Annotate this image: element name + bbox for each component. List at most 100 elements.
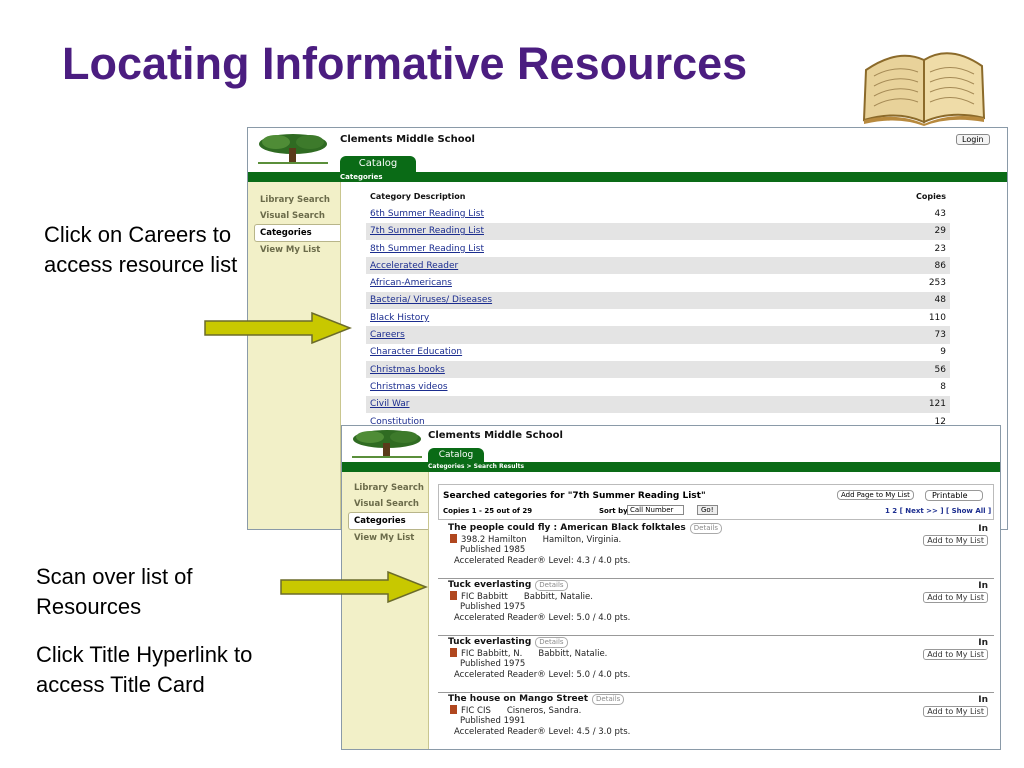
sidebar-item-categories[interactable]: Categories: [348, 512, 428, 530]
category-link[interactable]: Christmas books: [370, 365, 445, 375]
add-to-list-button[interactable]: Add to My List: [923, 535, 988, 546]
copies-range: Copies 1 - 25 out of 29: [443, 507, 533, 515]
add-to-list-button[interactable]: Add to My List: [923, 706, 988, 717]
sidebar-item-view-my-list[interactable]: View My List: [342, 530, 428, 546]
go-button[interactable]: Go!: [697, 505, 718, 515]
add-to-list-button[interactable]: Add to My List: [923, 649, 988, 660]
status-badge: In: [978, 581, 988, 591]
tab-catalog[interactable]: Catalog: [340, 156, 416, 172]
table-row: Christmas books 56: [366, 360, 950, 379]
title-link[interactable]: Tuck everlasting: [448, 637, 531, 647]
published: Published 1985: [460, 545, 526, 555]
category-link[interactable]: Character Education: [370, 347, 462, 357]
right-arrow-icon: [280, 571, 428, 603]
details-button[interactable]: Details: [535, 637, 568, 648]
sidebar-item-categories[interactable]: Categories: [254, 224, 340, 242]
call-number: 398.2 Hamilton: [461, 535, 527, 545]
login-button[interactable]: Login: [956, 134, 990, 145]
add-to-list-button[interactable]: Add to My List: [923, 592, 988, 603]
category-copies: 23: [934, 243, 946, 254]
slide-title: Locating Informative Resources: [62, 38, 748, 89]
caption-careers: Click on Careers to access resource list: [44, 222, 238, 277]
author: Cisneros, Sandra.: [506, 706, 582, 716]
sidebar: Library Search Visual Search Categories …: [248, 182, 341, 529]
author: Babbitt, Natalie.: [538, 649, 608, 659]
caption-click: Click Title Hyperlink to access Title Ca…: [36, 642, 253, 697]
published: Published 1991: [460, 716, 526, 726]
list-item: Tuck everlasting Details FIC Babbitt, N. Ba…: [438, 636, 994, 693]
results-header: Searched categories for "7th Summer Read…: [438, 484, 994, 520]
title-link[interactable]: The house on Mango Street: [448, 694, 588, 704]
search-results-window: Clements Middle School Catalog Categorie…: [341, 425, 1001, 750]
category-link[interactable]: Black History: [370, 313, 429, 323]
tree-logo-icon: [258, 134, 328, 164]
ar-level: Accelerated Reader® Level: 4.3 / 4.0 pts…: [454, 556, 631, 566]
sidebar-item-visual-search[interactable]: Visual Search: [342, 496, 428, 512]
book-icon: [450, 591, 457, 600]
open-book-icon: [862, 52, 986, 126]
pagination[interactable]: 1 2 [ Next >> ] [ Show All ]: [885, 507, 991, 515]
category-copies: 121: [882, 395, 950, 413]
category-link[interactable]: Bacteria/ Viruses/ Diseases: [370, 295, 492, 305]
status-badge: In: [978, 695, 988, 705]
details-button[interactable]: Details: [535, 580, 568, 591]
table-row: Civil War 121: [366, 395, 950, 413]
category-copies: 9: [940, 347, 946, 358]
table-row: African-Americans 253: [366, 274, 950, 291]
category-link[interactable]: Accelerated Reader: [370, 261, 458, 271]
right-arrow-icon: [204, 312, 352, 344]
category-link[interactable]: 6th Summer Reading List: [370, 209, 484, 219]
sort-by-label: Sort by: [599, 507, 628, 515]
col-category-description: Category Description: [370, 192, 466, 202]
category-link[interactable]: Christmas videos: [370, 382, 448, 392]
col-copies: Copies: [915, 192, 946, 202]
sidebar-item-visual-search[interactable]: Visual Search: [248, 208, 340, 224]
ar-level: Accelerated Reader® Level: 4.5 / 3.0 pts…: [454, 727, 631, 737]
category-copies: 253: [928, 278, 946, 289]
list-item: The people could fly : American Black fo…: [438, 522, 994, 579]
category-link[interactable]: 8th Summer Reading List: [370, 244, 484, 254]
results-heading: Searched categories for "7th Summer Read…: [443, 491, 706, 501]
call-number: FIC Babbitt: [461, 592, 508, 602]
title-link[interactable]: The people could fly : American Black fo…: [448, 523, 686, 533]
breadcrumb: Categories > Search Results: [342, 462, 1000, 472]
table-row: Careers 73: [366, 326, 950, 344]
call-number: FIC Babbitt, N.: [461, 649, 523, 659]
sort-select[interactable]: Call Number: [627, 505, 685, 515]
tree-logo-icon: [352, 430, 422, 458]
sidebar-item-library-search[interactable]: Library Search: [248, 192, 340, 208]
book-icon: [450, 648, 457, 657]
author: Babbitt, Natalie.: [523, 592, 593, 602]
list-item: The house on Mango Street Details FIC CIS C…: [438, 693, 994, 749]
table-row: Bacteria/ Viruses/ Diseases 48: [366, 291, 950, 310]
school-name: Clements Middle School: [428, 430, 563, 441]
call-number: FIC CIS: [461, 706, 491, 716]
tab-catalog[interactable]: Catalog: [428, 448, 484, 462]
table-row: 7th Summer Reading List 29: [366, 222, 950, 240]
table-row: 8th Summer Reading List 23: [366, 240, 950, 257]
details-button[interactable]: Details: [689, 523, 723, 534]
category-link[interactable]: 7th Summer Reading List: [370, 226, 484, 236]
category-copies: 48: [882, 291, 950, 310]
status-badge: In: [978, 638, 988, 648]
category-copies: 43: [934, 208, 946, 219]
category-link[interactable]: Civil War: [370, 399, 410, 409]
details-button[interactable]: Details: [592, 694, 625, 705]
category-copies: 73: [882, 326, 950, 344]
category-copies: 86: [882, 257, 950, 275]
add-page-to-list-button[interactable]: Add Page to My List: [837, 490, 914, 500]
printable-button[interactable]: Printable: [925, 490, 983, 501]
sidebar: Library Search Visual Search Categories …: [342, 472, 429, 749]
sidebar-item-view-my-list[interactable]: View My List: [248, 242, 340, 258]
ar-level: Accelerated Reader® Level: 5.0 / 4.0 pts…: [454, 613, 631, 623]
breadcrumb: Categories: [248, 172, 1007, 182]
table-row: 6th Summer Reading List 43: [366, 205, 950, 222]
category-link[interactable]: African-Americans: [370, 278, 452, 288]
category-copies: 8: [940, 381, 946, 392]
sidebar-item-library-search[interactable]: Library Search: [342, 480, 428, 496]
category-link[interactable]: Careers: [370, 330, 405, 340]
book-icon: [450, 705, 457, 714]
title-link[interactable]: Tuck everlasting: [448, 580, 531, 590]
table-row: Black History 110: [366, 309, 950, 326]
school-name: Clements Middle School: [340, 134, 475, 145]
